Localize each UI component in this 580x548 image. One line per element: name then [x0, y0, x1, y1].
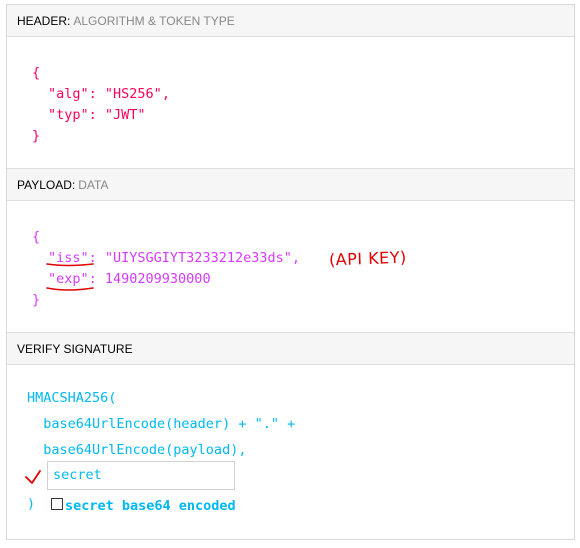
checkmark-icon [25, 470, 41, 484]
handwritten-annotations [25, 263, 94, 484]
jwt-decoder-panel: HEADER: ALGORITHM & TOKEN TYPE { "alg": "… [6, 4, 575, 540]
iss-underline [46, 263, 94, 267]
exp-underline [46, 287, 94, 291]
